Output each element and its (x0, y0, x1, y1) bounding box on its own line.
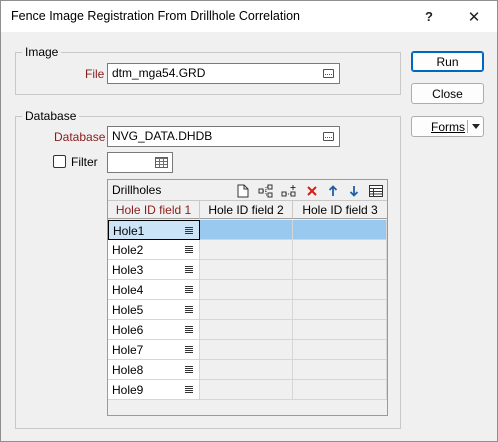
row-menu-icon[interactable] (185, 246, 193, 253)
table-row[interactable]: Hole5 (108, 300, 387, 320)
forms-divider (467, 120, 468, 133)
hole-cell[interactable]: Hole2 (108, 240, 200, 260)
field3-cell[interactable] (293, 360, 387, 380)
row-menu-icon[interactable] (185, 286, 193, 293)
new-document-icon[interactable] (234, 182, 252, 199)
field2-cell[interactable] (200, 300, 293, 320)
help-button[interactable]: ? (407, 1, 451, 32)
close-button[interactable]: Close (411, 83, 484, 104)
field2-cell[interactable] (200, 280, 293, 300)
row-menu-icon[interactable] (185, 227, 193, 234)
field2-cell[interactable] (200, 380, 293, 400)
hole-name: Hole7 (112, 343, 144, 357)
move-down-icon[interactable] (345, 182, 363, 199)
table-row[interactable]: Hole8 (108, 360, 387, 380)
hole-cell[interactable]: Hole9 (108, 380, 200, 400)
column-header-hole-id-1[interactable]: Hole ID field 1 (108, 201, 200, 219)
filter-grid-icon[interactable] (155, 157, 168, 168)
title-bar: Fence Image Registration From Drillhole … (1, 1, 497, 32)
image-group-legend: Image (25, 45, 59, 59)
table-row[interactable]: Hole6 (108, 320, 387, 340)
table-row[interactable]: Hole9 (108, 380, 387, 400)
table-row[interactable]: Hole3 (108, 260, 387, 280)
field3-cell[interactable] (293, 380, 387, 400)
column-header-hole-id-2[interactable]: Hole ID field 2 (200, 201, 293, 219)
hole-name: Hole5 (112, 303, 144, 317)
field3-cell[interactable] (293, 340, 387, 360)
filter-label: Filter (71, 155, 98, 169)
table-row[interactable]: Hole1 (108, 220, 387, 240)
help-icon: ? (425, 9, 433, 24)
hole-cell[interactable]: Hole6 (108, 320, 200, 340)
browse-icon[interactable] (323, 69, 334, 78)
field2-cell[interactable] (200, 340, 293, 360)
window-title: Fence Image Registration From Drillhole … (11, 9, 301, 23)
hole-name: Hole1 (113, 224, 145, 238)
table-row[interactable]: Hole4 (108, 280, 387, 300)
row-menu-icon[interactable] (185, 386, 193, 393)
database-input-value: NVG_DATA.DHDB (112, 129, 213, 143)
hole-name: Hole6 (112, 323, 144, 337)
browse-icon[interactable] (323, 132, 334, 141)
file-input-value: dtm_mga54.GRD (112, 66, 206, 80)
field2-cell[interactable] (200, 220, 293, 240)
row-menu-icon[interactable] (185, 306, 193, 313)
hole-name: Hole4 (112, 283, 144, 297)
table-row[interactable]: Hole7 (108, 340, 387, 360)
field2-cell[interactable] (200, 240, 293, 260)
field3-cell[interactable] (293, 300, 387, 320)
database-group-legend: Database (25, 109, 77, 123)
hierarchy-add-icon[interactable] (280, 182, 298, 199)
delete-icon[interactable] (303, 182, 321, 199)
filter-input[interactable] (107, 152, 173, 173)
file-label: File (85, 67, 105, 81)
drillholes-grid: Drillholes Hole ID field 1 Hole ID field… (107, 179, 388, 416)
hole-name: Hole2 (112, 243, 144, 257)
hole-name: Hole3 (112, 263, 144, 277)
field2-cell[interactable] (200, 320, 293, 340)
row-menu-icon[interactable] (185, 326, 193, 333)
column-header-hole-id-3[interactable]: Hole ID field 3 (293, 201, 387, 219)
field3-cell[interactable] (293, 260, 387, 280)
grid-title: Drillholes (112, 183, 162, 197)
field3-cell[interactable] (293, 220, 387, 240)
forms-label-text: Forms (431, 120, 465, 134)
hole-cell[interactable]: Hole3 (108, 260, 200, 280)
hierarchy-icon[interactable] (257, 182, 275, 199)
database-input[interactable]: NVG_DATA.DHDB (107, 126, 340, 147)
move-up-icon[interactable] (324, 182, 342, 199)
grid-header: Hole ID field 1 Hole ID field 2 Hole ID … (108, 201, 387, 219)
dialog-window: Fence Image Registration From Drillhole … (0, 0, 498, 442)
row-menu-icon[interactable] (185, 366, 193, 373)
field2-cell[interactable] (200, 360, 293, 380)
field3-cell[interactable] (293, 280, 387, 300)
field3-cell[interactable] (293, 320, 387, 340)
grid-toolbar: Drillholes (108, 180, 387, 201)
hole-cell[interactable]: Hole8 (108, 360, 200, 380)
chevron-down-icon[interactable] (472, 124, 480, 129)
filter-checkbox[interactable] (53, 155, 66, 168)
hole-cell[interactable]: Hole4 (108, 280, 200, 300)
file-input[interactable]: dtm_mga54.GRD (107, 63, 340, 84)
hole-cell[interactable]: Hole7 (108, 340, 200, 360)
row-menu-icon[interactable] (185, 346, 193, 353)
row-menu-icon[interactable] (185, 266, 193, 273)
hole-name: Hole8 (112, 363, 144, 377)
field3-cell[interactable] (293, 240, 387, 260)
run-button[interactable]: Run (411, 51, 484, 72)
hole-cell[interactable]: Hole5 (108, 300, 200, 320)
close-window-button[interactable]: ✕ (452, 1, 496, 32)
forms-button[interactable]: Forms (411, 116, 484, 137)
forms-label: Forms (431, 120, 465, 134)
hole-name: Hole9 (112, 383, 144, 397)
close-icon: ✕ (467, 8, 481, 26)
field2-cell[interactable] (200, 260, 293, 280)
hole-cell[interactable]: Hole1 (108, 220, 200, 240)
database-label: Database (54, 130, 106, 144)
table-row[interactable]: Hole2 (108, 240, 387, 260)
table-options-icon[interactable] (367, 182, 385, 199)
